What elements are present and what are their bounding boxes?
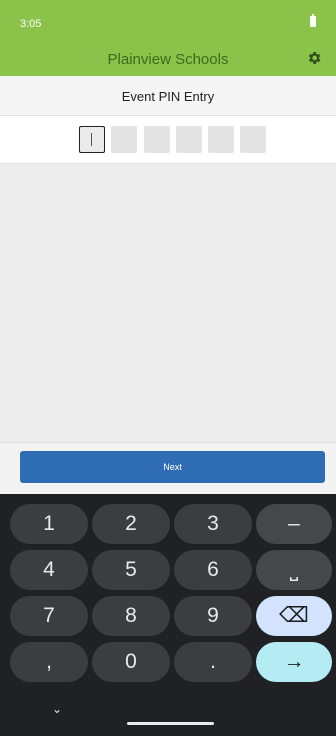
pin-digit-3[interactable] [144,126,170,153]
key-2[interactable]: 2 [92,504,170,544]
key-7[interactable]: 7 [10,596,88,636]
home-indicator[interactable] [127,722,214,725]
chevron-down-icon[interactable]: ⌄ [50,702,64,716]
system-nav-bar: ⌄ [0,702,336,736]
key-minus[interactable]: – [256,504,332,544]
key-0[interactable]: 0 [92,642,170,682]
status-bar: 3:05 [0,0,336,42]
pin-digit-6[interactable] [240,126,266,153]
key-1[interactable]: 1 [10,504,88,544]
key-8[interactable]: 8 [92,596,170,636]
gear-icon[interactable] [306,50,322,66]
numeric-keyboard: 1 2 3 – 4 5 6 ⎵ 7 8 9 ⌫ , 0 . → [0,494,336,736]
screen-header: Event PIN Entry [0,76,336,116]
key-comma[interactable]: , [10,642,88,682]
pin-digit-4[interactable] [176,126,202,153]
backspace-key[interactable]: ⌫ [256,596,332,636]
key-6[interactable]: 6 [174,550,252,590]
status-time: 3:05 [20,18,42,30]
key-9[interactable]: 9 [174,596,252,636]
content-area [0,165,336,442]
key-4[interactable]: 4 [10,550,88,590]
key-5[interactable]: 5 [92,550,170,590]
app-title: Plainview Schools [107,51,229,68]
action-bar: Next [0,442,336,494]
key-3[interactable]: 3 [174,504,252,544]
pin-digit-1[interactable] [79,126,105,153]
pin-digit-5[interactable] [208,126,234,153]
app-bar: Plainview Schools [0,42,336,76]
battery-icon [310,14,316,27]
screen-title: Event PIN Entry [121,89,215,104]
go-key[interactable]: → [256,642,332,682]
next-button[interactable]: Next [20,451,325,483]
key-space[interactable]: ⎵ [256,550,332,590]
key-period[interactable]: . [174,642,252,682]
pin-digit-2[interactable] [111,126,137,153]
pin-entry-row [0,116,336,164]
